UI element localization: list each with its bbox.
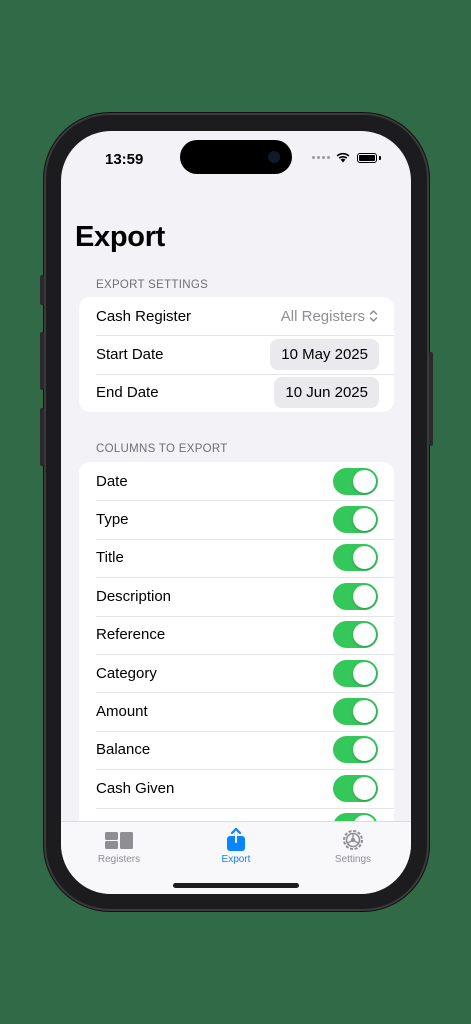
column-row-cash-given: Cash Given	[79, 769, 394, 807]
column-label: Title	[96, 549, 124, 567]
title-toggle[interactable]	[333, 544, 378, 572]
tab-label: Settings	[334, 854, 372, 865]
column-row-amount: Amount	[79, 692, 394, 730]
status-bar: 13:59	[61, 131, 411, 187]
column-label: Balance	[96, 741, 151, 759]
column-label: Description	[96, 587, 172, 605]
export-settings-group: Cash Register All Registers Start Date 1…	[79, 297, 394, 413]
type-toggle[interactable]	[333, 506, 378, 534]
tab-bar: Registers Export Settings	[61, 821, 411, 894]
cash-register-label: Cash Register	[96, 307, 192, 325]
dynamic-island	[180, 140, 292, 174]
cash-register-picker[interactable]: All Registers	[281, 308, 378, 325]
balance-toggle[interactable]	[333, 736, 378, 764]
toggle-knob	[353, 700, 376, 724]
page-title: Export	[75, 221, 166, 253]
toggle-knob	[353, 508, 376, 532]
cash-register-value: All Registers	[280, 307, 365, 325]
cash-given-toggle[interactable]	[333, 774, 378, 802]
column-row-balance: Balance	[79, 730, 394, 769]
section-header-columns: COLUMNS TO EXPORT	[96, 443, 228, 455]
tab-settings[interactable]: Settings	[303, 828, 403, 865]
column-label: Cash Given	[96, 779, 175, 797]
registers-icon	[105, 832, 133, 849]
column-label: Date	[96, 472, 128, 490]
category-toggle[interactable]	[333, 659, 378, 687]
tab-label: Registers	[97, 854, 141, 865]
date-toggle[interactable]	[333, 467, 378, 495]
power-button	[429, 352, 433, 446]
column-row-description: Description	[79, 577, 394, 615]
toggle-knob	[353, 738, 376, 762]
status-time: 13:59	[105, 151, 144, 168]
volume-up-button	[40, 332, 44, 390]
volume-down-button	[40, 408, 44, 466]
column-row-title: Title	[79, 538, 394, 577]
end-date-row: End Date 10 Jun 2025	[79, 373, 394, 412]
end-date-picker[interactable]: 10 Jun 2025	[274, 377, 379, 409]
action-button	[40, 275, 44, 305]
share-icon	[227, 828, 245, 851]
columns-group: Date Type Title Description Reference Ca…	[79, 462, 394, 822]
app-screen: 13:59 Export EXPORT SETTINGS Cash Regist…	[61, 131, 411, 894]
toggle-knob	[353, 661, 376, 685]
wifi-icon	[336, 152, 350, 163]
camera-icon	[268, 151, 280, 163]
start-date-label: Start Date	[96, 346, 164, 364]
cash-register-row[interactable]: Cash Register All Registers	[79, 297, 394, 335]
battery-icon	[357, 153, 377, 163]
home-indicator	[173, 883, 299, 888]
amount-toggle[interactable]	[333, 698, 378, 726]
tab-label: Export	[221, 854, 251, 865]
cellular-signal-icon	[312, 156, 330, 159]
toggle-knob	[353, 623, 376, 647]
section-header-export-settings: EXPORT SETTINGS	[96, 279, 209, 291]
reference-toggle[interactable]	[333, 621, 378, 649]
toggle-knob	[353, 584, 376, 608]
column-row-partial	[79, 807, 394, 822]
chevron-updown-icon	[369, 310, 378, 322]
start-date-picker[interactable]: 10 May 2025	[270, 339, 379, 371]
tab-export[interactable]: Export	[186, 828, 286, 865]
start-date-row: Start Date 10 May 2025	[79, 335, 394, 373]
toggle-knob	[353, 469, 376, 493]
description-toggle[interactable]	[333, 582, 378, 610]
column-label: Type	[96, 511, 129, 529]
end-date-label: End Date	[96, 384, 159, 402]
column-label: Reference	[96, 626, 166, 644]
column-row-type: Type	[79, 500, 394, 538]
column-row-date: Date	[79, 462, 394, 500]
battery-cap	[379, 156, 381, 160]
column-label: Category	[96, 664, 157, 682]
column-label: Amount	[96, 703, 148, 721]
column-row-reference: Reference	[79, 615, 394, 654]
column-row-category: Category	[79, 653, 394, 692]
toggle-knob	[353, 546, 376, 570]
tab-registers[interactable]: Registers	[69, 828, 169, 865]
toggle-knob	[353, 776, 376, 800]
gear-icon	[343, 830, 363, 850]
